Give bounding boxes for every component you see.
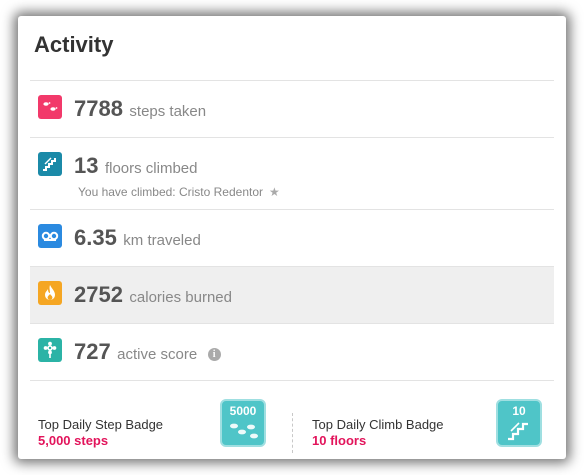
- step-badge-label: 5000: [230, 404, 257, 418]
- climbed-landmark-text: You have climbed: Cristo Redentor: [78, 185, 263, 199]
- badge-divider: [292, 413, 293, 453]
- stat-row-distance[interactable]: 6.35 km traveled: [30, 210, 554, 267]
- activity-card: Activity 7788 steps taken 13 floors clim…: [18, 16, 566, 459]
- stat-row-calories[interactable]: 2752 calories burned: [30, 267, 554, 324]
- footprints-icon: [38, 224, 62, 248]
- stat-row-active-score[interactable]: 727 active score i: [30, 324, 554, 381]
- floors-subtext: You have climbed: Cristo Redentor ★: [78, 185, 280, 199]
- flower-icon: [38, 338, 62, 362]
- climb-badge[interactable]: Top Daily Climb Badge 10 floors 10: [312, 395, 566, 459]
- distance-value: 6.35: [74, 225, 117, 250]
- step-badge-icon: 5000: [220, 399, 266, 447]
- badges-section: Top Daily Step Badge 5,000 steps 5000 To…: [30, 395, 554, 459]
- active-score-value: 727: [74, 339, 111, 364]
- calories-unit: calories burned: [129, 289, 232, 306]
- star-icon[interactable]: ★: [269, 185, 280, 199]
- floors-value: 13: [74, 153, 99, 178]
- climb-badge-icon: 10: [496, 399, 542, 447]
- climb-badge-title: Top Daily Climb Badge: [312, 417, 444, 432]
- distance-unit: km traveled: [123, 232, 201, 249]
- steps-value: 7788: [74, 96, 123, 121]
- steps-unit: steps taken: [129, 103, 207, 120]
- stat-row-floors[interactable]: 13 floors climbed You have climbed: Cris…: [30, 138, 554, 210]
- step-badge[interactable]: Top Daily Step Badge 5,000 steps 5000: [38, 395, 288, 459]
- step-badge-title: Top Daily Step Badge: [38, 417, 164, 432]
- steps-icon: [38, 95, 62, 119]
- climb-badge-value: 10 floors: [312, 433, 367, 448]
- flame-icon: [38, 281, 62, 305]
- active-score-unit: active score: [117, 346, 198, 363]
- info-icon[interactable]: i: [207, 348, 221, 361]
- calories-value: 2752: [74, 282, 123, 307]
- stat-row-steps[interactable]: 7788 steps taken: [30, 81, 554, 138]
- activity-title: Activity: [34, 32, 114, 57]
- step-badge-value: 5,000 steps: [38, 433, 109, 448]
- stairs-icon: [38, 152, 62, 176]
- climb-badge-label: 10: [512, 404, 526, 418]
- stats-list: 7788 steps taken 13 floors climbed You h…: [30, 81, 554, 381]
- floors-unit: floors climbed: [104, 160, 198, 177]
